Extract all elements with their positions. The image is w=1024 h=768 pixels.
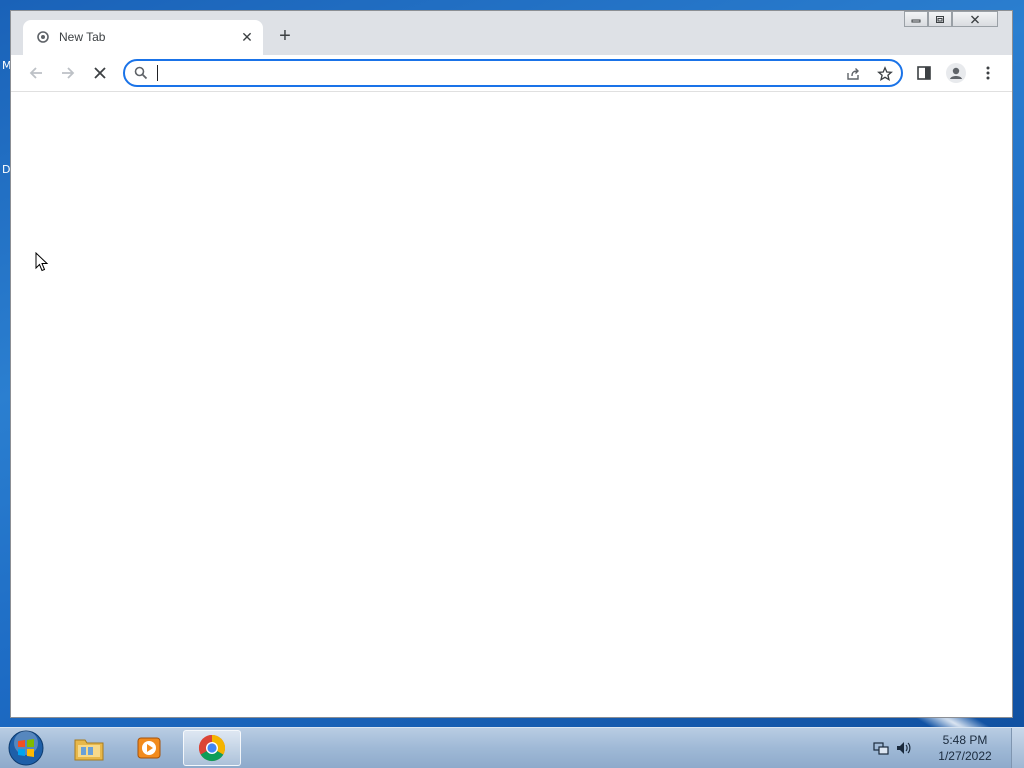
text-caret [157, 65, 158, 81]
tab-close-button[interactable]: ✕ [239, 29, 255, 45]
clock-time: 5:48 PM [942, 733, 988, 747]
show-desktop-button[interactable] [1011, 728, 1024, 768]
kebab-menu-icon [986, 66, 990, 80]
back-button[interactable] [24, 61, 48, 85]
stop-button[interactable] [88, 61, 112, 85]
browser-window: New Tab ✕ + [10, 10, 1013, 718]
address-input[interactable] [155, 63, 809, 85]
close-window-button[interactable] [952, 11, 998, 27]
stop-x-icon [94, 67, 106, 79]
profile-button[interactable] [944, 61, 968, 85]
share-button[interactable] [843, 64, 863, 84]
taskbar: 5:48 PM 1/27/2022 [0, 727, 1024, 768]
window-controls [904, 11, 998, 29]
share-icon [847, 68, 859, 80]
folder-icon [74, 739, 104, 761]
taskbar-clock[interactable]: 5:48 PM 1/27/2022 [930, 732, 1000, 764]
bookmark-star-button[interactable] [875, 64, 895, 84]
start-button[interactable] [6, 729, 46, 767]
address-bar[interactable] [123, 59, 903, 87]
chrome-newtab-icon [37, 31, 49, 43]
taskbar-chrome[interactable] [183, 730, 241, 766]
chrome-icon [198, 734, 226, 762]
side-panel-icon [917, 66, 931, 80]
search-icon [134, 66, 148, 80]
close-icon [971, 15, 979, 23]
tab-strip: New Tab ✕ + [11, 11, 1012, 55]
arrow-left-icon [29, 67, 42, 79]
taskbar-media-player[interactable] [120, 730, 178, 766]
windows-orb-icon [8, 730, 44, 766]
profile-icon [946, 63, 966, 83]
side-panel-button[interactable] [912, 61, 936, 85]
taskbar-explorer[interactable] [60, 730, 118, 766]
restore-icon [936, 15, 944, 23]
minimize-button[interactable] [904, 11, 928, 27]
volume-icon[interactable] [895, 740, 911, 756]
restore-button[interactable] [928, 11, 952, 27]
star-icon [877, 66, 893, 82]
arrow-right-icon [62, 67, 75, 79]
clock-date: 1/27/2022 [938, 749, 992, 763]
minimize-icon [911, 19, 921, 23]
forward-button[interactable] [56, 61, 80, 85]
browser-menu-button[interactable] [976, 61, 1000, 85]
tab-title: New Tab [59, 30, 106, 44]
network-icon[interactable] [873, 740, 889, 756]
browser-toolbar [11, 55, 1012, 92]
page-content [11, 92, 1012, 717]
tab-new-tab[interactable]: New Tab ✕ [23, 20, 263, 55]
mouse-pointer-icon [35, 252, 49, 272]
new-tab-button[interactable]: + [274, 25, 296, 47]
media-player-icon [137, 737, 161, 759]
system-tray: 5:48 PM 1/27/2022 [870, 728, 1010, 768]
